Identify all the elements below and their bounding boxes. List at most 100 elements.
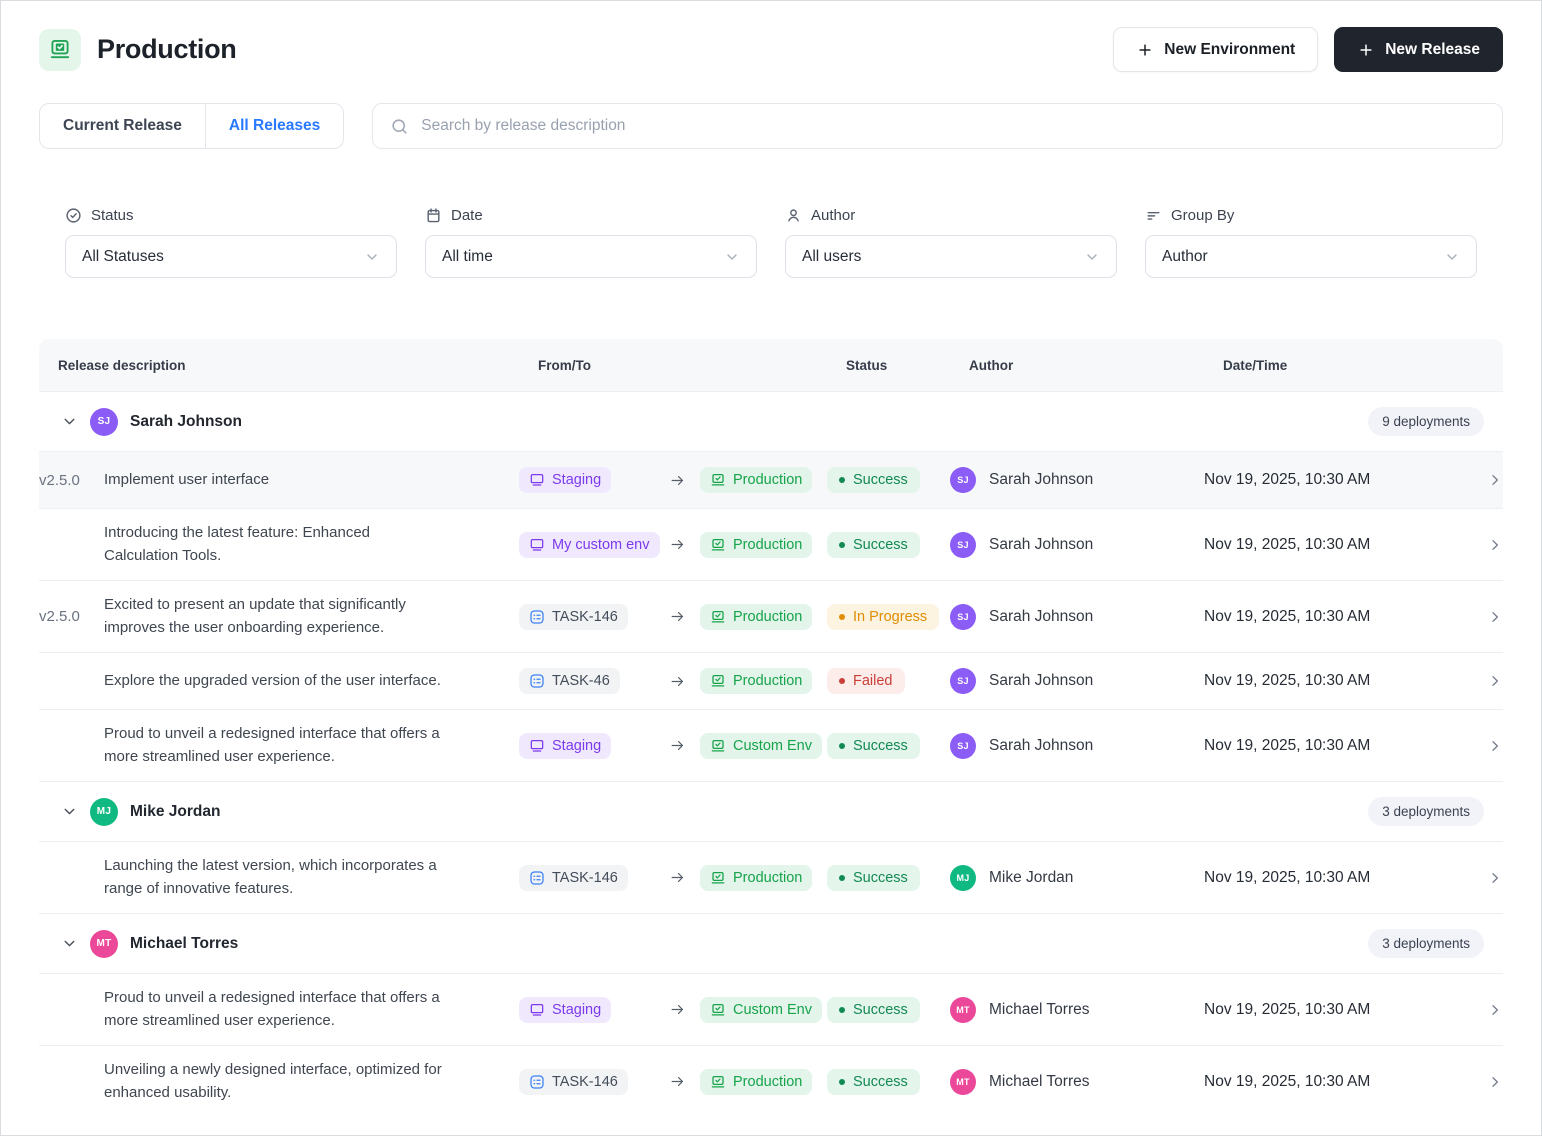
chevron-right-icon[interactable] xyxy=(1487,472,1503,488)
author-cell: SJ Sarah Johnson xyxy=(950,532,1204,558)
chevron-right-icon[interactable] xyxy=(1487,870,1503,886)
search-input[interactable] xyxy=(421,117,1485,135)
release-row[interactable]: Proud to unveil a redesigned interface t… xyxy=(39,973,1503,1045)
to-environment: Production xyxy=(700,865,812,891)
laptop-check-icon xyxy=(710,738,726,754)
release-description: Proud to unveil a redesigned interface t… xyxy=(104,987,519,1032)
release-row[interactable]: Unveiling a newly designed interface, op… xyxy=(39,1045,1503,1117)
group-by-filter-select[interactable]: Author xyxy=(1145,235,1477,278)
release-description: Unveiling a newly designed interface, op… xyxy=(104,1059,519,1104)
group-author-name: Mike Jordan xyxy=(130,803,220,821)
new-release-label: New Release xyxy=(1385,41,1480,59)
author-cell: SJ Sarah Johnson xyxy=(950,467,1204,493)
release-row[interactable]: Proud to unveil a redesigned interface t… xyxy=(39,709,1503,781)
col-status: Status xyxy=(846,358,969,373)
status-label: In Progress xyxy=(853,609,927,625)
chevron-right-icon[interactable] xyxy=(1487,537,1503,553)
plus-icon xyxy=(1357,41,1375,59)
avatar: MJ xyxy=(90,798,118,826)
author-group-row[interactable]: MT Michael Torres 3 deployments xyxy=(39,913,1503,973)
author-name: Sarah Johnson xyxy=(989,737,1093,755)
new-release-button[interactable]: New Release xyxy=(1334,27,1503,72)
monitor-icon xyxy=(529,1002,545,1018)
chevron-down-icon xyxy=(1084,249,1100,265)
date-filter-select[interactable]: All time xyxy=(425,235,757,278)
release-description: Excited to present an update that signif… xyxy=(104,594,519,639)
env-badge-label: My custom env xyxy=(552,537,650,553)
from-env-badge: My custom env xyxy=(519,532,660,558)
chevron-down-icon[interactable] xyxy=(61,803,81,820)
from-to-cell: My custom env Production xyxy=(519,532,827,558)
tab-all-releases[interactable]: All Releases xyxy=(205,104,343,148)
author-filter-select[interactable]: All users xyxy=(785,235,1117,278)
release-row[interactable]: Launching the latest version, which inco… xyxy=(39,841,1503,913)
release-row[interactable]: Explore the upgraded version of the user… xyxy=(39,652,1503,709)
chevron-right-icon[interactable] xyxy=(1487,609,1503,625)
env-badge-label: Staging xyxy=(552,1002,601,1018)
status-label: Success xyxy=(853,472,908,488)
from-to-cell: Staging Production xyxy=(519,467,827,493)
release-row[interactable]: v2.5.0 Excited to present an update that… xyxy=(39,580,1503,652)
avatar: MT xyxy=(950,997,976,1023)
status-badge: Success xyxy=(827,733,920,759)
release-datetime: Nov 19, 2025, 10:30 AM xyxy=(1204,1073,1424,1091)
to-environment: Custom Env xyxy=(700,733,822,759)
status-badge: Success xyxy=(827,997,920,1023)
release-datetime: Nov 19, 2025, 10:30 AM xyxy=(1204,608,1424,626)
to-environment: Production xyxy=(700,467,812,493)
release-row[interactable]: Introducing the latest feature: Enhanced… xyxy=(39,508,1503,580)
status-badge: Success xyxy=(827,865,920,891)
env-badge-label: Production xyxy=(733,1074,802,1090)
status-badge: In Progress xyxy=(827,604,939,630)
author-name: Michael Torres xyxy=(989,1073,1090,1091)
status-filter-select[interactable]: All Statuses xyxy=(65,235,397,278)
arrow-right-icon xyxy=(669,536,686,553)
to-environment: Custom Env xyxy=(700,997,822,1023)
status-dot-icon xyxy=(839,542,845,548)
chevron-right-icon[interactable] xyxy=(1487,1002,1503,1018)
release-description: Implement user interface xyxy=(104,469,519,492)
laptop-check-icon xyxy=(710,1002,726,1018)
to-env-badge: Production xyxy=(700,604,812,630)
new-environment-label: New Environment xyxy=(1164,41,1295,59)
release-datetime: Nov 19, 2025, 10:30 AM xyxy=(1204,672,1424,690)
author-name: Sarah Johnson xyxy=(989,608,1093,626)
author-group-row[interactable]: SJ Sarah Johnson 9 deployments xyxy=(39,391,1503,451)
title-wrap: Production xyxy=(39,29,237,71)
monitor-icon xyxy=(529,738,545,754)
tab-current-release[interactable]: Current Release xyxy=(40,104,205,148)
from-environment: TASK-46 xyxy=(519,668,669,694)
status-cell: Success xyxy=(827,997,950,1023)
search-box[interactable] xyxy=(372,103,1503,149)
env-badge-label: Staging xyxy=(552,472,601,488)
from-to-cell: TASK-146 Production xyxy=(519,865,827,891)
task-icon xyxy=(529,609,545,625)
new-environment-button[interactable]: New Environment xyxy=(1113,27,1318,72)
laptop-check-icon xyxy=(710,870,726,886)
status-dot-icon xyxy=(839,1007,845,1013)
chevron-right-icon[interactable] xyxy=(1487,673,1503,689)
author-group-row[interactable]: MJ Mike Jordan 3 deployments xyxy=(39,781,1503,841)
to-env-badge: Production xyxy=(700,865,812,891)
chevron-down-icon[interactable] xyxy=(61,935,81,952)
from-to-cell: Staging Custom Env xyxy=(519,733,827,759)
release-datetime: Nov 19, 2025, 10:30 AM xyxy=(1204,737,1424,755)
task-icon xyxy=(529,1074,545,1090)
chevron-right-icon[interactable] xyxy=(1487,1074,1503,1090)
release-row[interactable]: v2.5.0 Implement user interface Staging … xyxy=(39,451,1503,508)
chevron-down-icon[interactable] xyxy=(61,413,81,430)
arrow-right-icon xyxy=(669,472,686,489)
author-cell: MT Michael Torres xyxy=(950,1069,1204,1095)
chevron-right-icon[interactable] xyxy=(1487,738,1503,754)
from-to-cell: TASK-46 Production xyxy=(519,668,827,694)
status-filter-label: Status xyxy=(65,207,397,224)
check-circle-icon xyxy=(65,207,82,224)
col-author: Author xyxy=(969,358,1223,373)
production-environment-icon xyxy=(39,29,81,71)
status-dot-icon xyxy=(839,875,845,881)
header-actions: New Environment New Release xyxy=(1113,27,1503,72)
avatar: MT xyxy=(90,930,118,958)
release-description: Launching the latest version, which inco… xyxy=(104,855,519,900)
author-cell: SJ Sarah Johnson xyxy=(950,733,1204,759)
release-table-body: SJ Sarah Johnson 9 deployments v2.5.0 Im… xyxy=(39,391,1503,1117)
